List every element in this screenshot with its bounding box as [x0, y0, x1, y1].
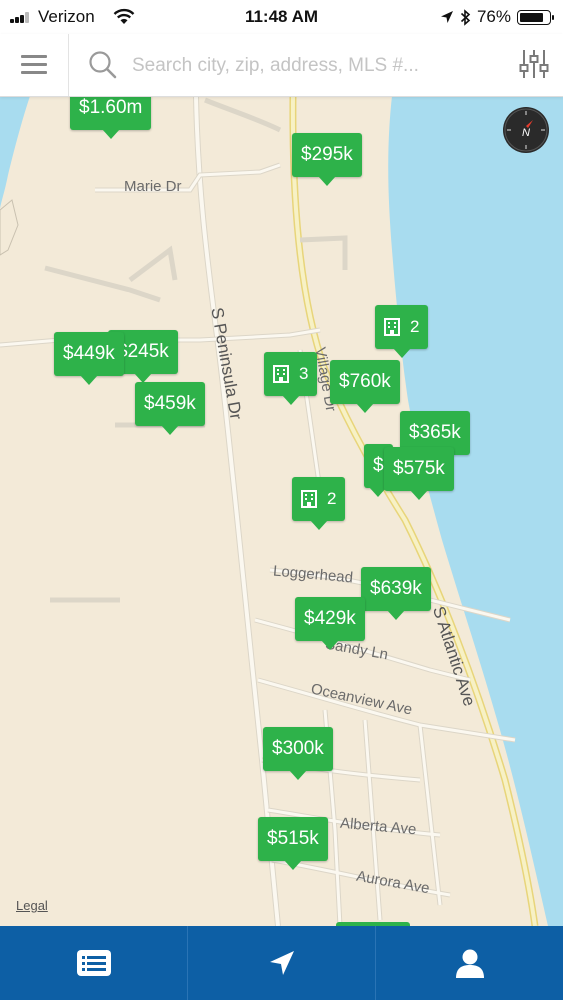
- compass-button[interactable]: N: [503, 107, 549, 153]
- filter-sliders-icon[interactable]: [519, 48, 549, 80]
- map-view[interactable]: Marie Dr S Peninsula Dr Village Dr Logge…: [0, 96, 563, 926]
- legal-link[interactable]: Legal: [16, 898, 48, 913]
- search-input[interactable]: [130, 48, 474, 84]
- status-bar: Verizon 11:48 AM 76%: [0, 0, 563, 34]
- listing-cluster-pin[interactable]: 3: [264, 352, 318, 405]
- location-services-icon: [440, 11, 453, 23]
- current-location-button[interactable]: [187, 926, 375, 1000]
- listing-pin[interactable]: $515k: [258, 817, 328, 870]
- svg-text:N: N: [522, 127, 530, 139]
- listing-pin[interactable]: $760k: [330, 360, 400, 413]
- building-icon: [301, 489, 317, 508]
- building-icon: [273, 364, 289, 383]
- listing-pin[interactable]: $300k: [263, 727, 333, 780]
- account-button[interactable]: [375, 926, 563, 1000]
- listing-pin[interactable]: $575k: [384, 447, 454, 500]
- battery-percent: 76%: [476, 7, 511, 26]
- listing-pin[interactable]: $449k: [54, 332, 124, 385]
- building-icon: [384, 317, 400, 336]
- menu-button[interactable]: [0, 34, 69, 96]
- listing-cluster-pin[interactable]: 2: [292, 477, 346, 530]
- listing-pin[interactable]: $459k: [135, 382, 205, 435]
- listing-pin[interactable]: $639k: [361, 567, 431, 620]
- search-icon: [89, 51, 117, 79]
- listing-pin[interactable]: $1.60m: [70, 96, 152, 139]
- battery-icon: [517, 9, 554, 25]
- list-view-button[interactable]: [0, 926, 187, 1000]
- user-icon: [455, 949, 484, 978]
- map-base: [0, 96, 563, 926]
- listing-pin[interactable]: $295k: [292, 133, 362, 186]
- search-bar: [0, 34, 563, 97]
- listing-cluster-pin[interactable]: 2: [375, 305, 429, 358]
- compass-icon: N: [504, 108, 548, 152]
- list-icon: [76, 950, 111, 976]
- road-label-marie-dr: Marie Dr: [124, 178, 182, 195]
- bluetooth-icon: [460, 8, 471, 26]
- listing-pin[interactable]: $429k: [295, 597, 365, 650]
- location-arrow-icon: [269, 951, 294, 975]
- bottom-nav: [0, 926, 563, 1000]
